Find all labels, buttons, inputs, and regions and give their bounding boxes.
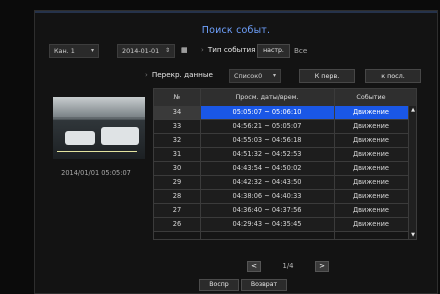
spinner-icon: ⇕	[164, 47, 170, 54]
thumb-wall	[53, 97, 145, 117]
play-button[interactable]: Воспр	[199, 279, 239, 291]
row-event: Движение	[353, 136, 389, 144]
row-time: 04:56:21 ~ 05:05:07	[232, 122, 302, 130]
row-no: 30	[172, 164, 182, 172]
event-table: № Просм. даты/врем. Событие 34 05:05:07 …	[153, 88, 417, 240]
row-time: 04:42:32 ~ 04:43:50	[232, 178, 302, 186]
row-event: Движение	[353, 150, 389, 158]
date-field[interactable]: 2014-01-01 ⇕	[117, 44, 175, 58]
calendar-button[interactable]: ▦	[181, 45, 188, 54]
table-row[interactable]: 33 04:56:21 ~ 05:05:07 Движение	[154, 120, 416, 134]
event-type-label: › Тип события	[201, 45, 256, 54]
thumb-lane-line	[57, 151, 137, 152]
row-time: 04:36:40 ~ 04:37:56	[232, 206, 302, 214]
screen-frame: Поиск событ. Кан. 1 ▾ 2014-01-01 ⇕ ▦ › Ти…	[0, 0, 440, 294]
channel-select-value: Кан. 1	[54, 47, 75, 55]
header-time: Просм. даты/врем.	[235, 93, 299, 101]
pager: < 1/4 >	[153, 261, 417, 275]
row-event: Движение	[353, 164, 389, 172]
row-event: Движение	[353, 192, 389, 200]
chevron-down-icon: ▾	[272, 72, 276, 79]
preview-timestamp: 2014/01/01 05:05:07	[61, 169, 131, 177]
page-indicator: 1/4	[282, 262, 294, 270]
preview-thumbnail	[53, 97, 145, 159]
overlap-label: › Перекр. данные	[145, 70, 213, 79]
table-row[interactable]: 30 04:43:54 ~ 04:50:02 Движение	[154, 162, 416, 176]
row-event: Движение	[353, 122, 389, 130]
list-select-value: Список0	[234, 72, 263, 80]
row-no: 27	[172, 206, 182, 214]
row-no: 31	[172, 150, 182, 158]
row-time: 04:38:06 ~ 04:40:33	[232, 192, 302, 200]
thumb-car	[65, 131, 95, 145]
row-no: 29	[172, 178, 182, 186]
next-page-button[interactable]: >	[315, 261, 329, 272]
prev-page-button[interactable]: <	[247, 261, 261, 272]
column-separator	[200, 89, 201, 239]
row-time: 05:05:07 ~ 05:06:10	[200, 106, 334, 119]
event-type-all: Все	[294, 46, 308, 55]
row-no: 28	[172, 192, 182, 200]
row-time: 04:55:03 ~ 04:56:18	[232, 136, 302, 144]
row-time: 04:29:43 ~ 04:35:45	[232, 220, 302, 228]
thumb-car	[101, 127, 139, 145]
column-separator	[334, 89, 335, 239]
row-no: 26	[172, 220, 182, 228]
first-button[interactable]: К перв.	[299, 69, 355, 83]
last-button[interactable]: к посл.	[365, 69, 421, 83]
table-header: № Просм. даты/врем. Событие	[154, 89, 416, 107]
arrow-right-icon: ›	[201, 46, 204, 54]
page-title: Поиск событ.	[201, 25, 271, 36]
date-field-value: 2014-01-01	[122, 47, 160, 55]
table-row[interactable]: 31 04:51:32 ~ 04:52:53 Движение	[154, 148, 416, 162]
chevron-down-icon: ▾	[90, 47, 94, 54]
event-type-text: Тип события	[207, 45, 256, 54]
table-row[interactable]: 34 05:05:07 ~ 05:06:10 Движение	[154, 106, 416, 120]
list-select[interactable]: Список0 ▾	[229, 69, 281, 83]
table-scrollbar[interactable]: ▲ ▼	[408, 106, 416, 239]
row-event: Движение	[334, 106, 408, 119]
arrow-right-icon: ›	[145, 71, 148, 79]
channel-select[interactable]: Кан. 1 ▾	[49, 44, 99, 58]
row-no: 33	[172, 122, 182, 130]
header-event: Событие	[356, 93, 386, 101]
triangle-up-icon[interactable]: ▲	[409, 106, 417, 114]
row-time: 04:51:32 ~ 04:52:53	[232, 150, 302, 158]
dialog-topline	[35, 11, 437, 13]
table-row[interactable]: 27 04:36:40 ~ 04:37:56 Движение	[154, 204, 416, 218]
overlap-row: › Перекр. данные Список0 ▾ К перв. к посл…	[145, 69, 435, 85]
triangle-down-icon[interactable]: ▼	[409, 231, 417, 239]
table-row[interactable]: 28 04:38:06 ~ 04:40:33 Движение	[154, 190, 416, 204]
overlap-text: Перекр. данные	[151, 70, 213, 79]
row-no: 32	[172, 136, 182, 144]
return-button[interactable]: Возврат	[241, 279, 287, 291]
setup-button[interactable]: настр.	[257, 44, 290, 58]
table-row[interactable]: 29 04:42:32 ~ 04:43:50 Движение	[154, 176, 416, 190]
table-row[interactable]: 26 04:29:43 ~ 04:35:45 Движение	[154, 218, 416, 232]
row-time: 04:43:54 ~ 04:50:02	[232, 164, 302, 172]
event-search-dialog: Поиск событ. Кан. 1 ▾ 2014-01-01 ⇕ ▦ › Ти…	[34, 10, 438, 294]
table-row[interactable]: 32 04:55:03 ~ 04:56:18 Движение	[154, 134, 416, 148]
row-no: 34	[154, 106, 200, 119]
row-event: Движение	[353, 178, 389, 186]
header-no: №	[173, 93, 181, 101]
filter-row: Кан. 1 ▾ 2014-01-01 ⇕ ▦ › Тип события нас…	[49, 44, 429, 64]
row-event: Движение	[353, 206, 389, 214]
row-event: Движение	[353, 220, 389, 228]
calendar-icon: ▦	[181, 45, 188, 54]
